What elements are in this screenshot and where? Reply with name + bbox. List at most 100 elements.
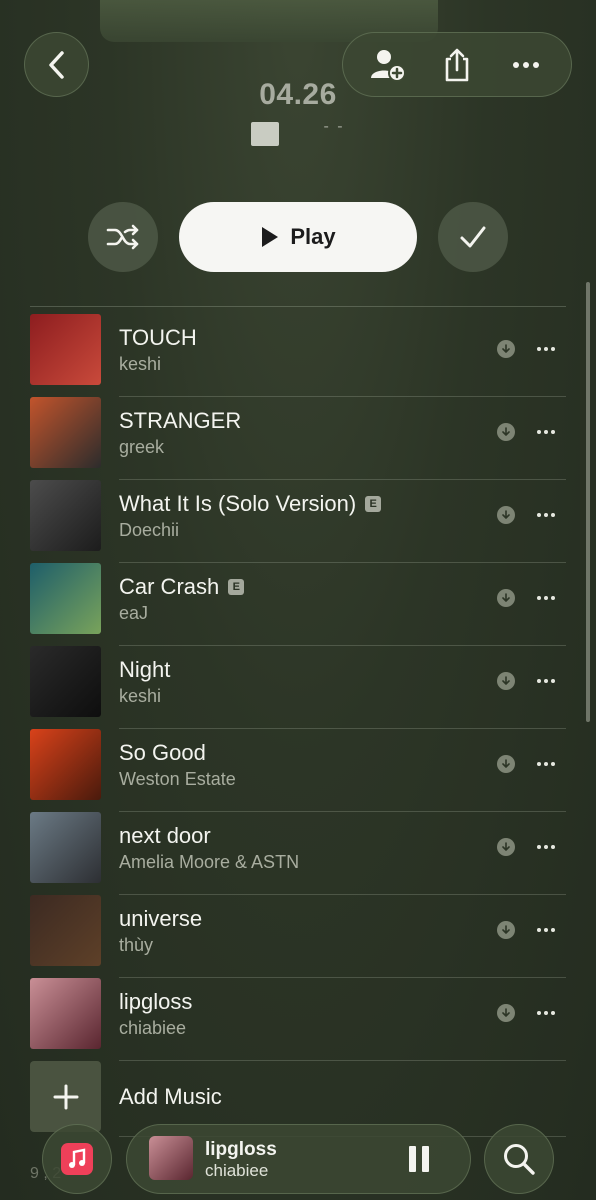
song-more-button[interactable] xyxy=(534,755,558,773)
select-button[interactable] xyxy=(438,202,508,272)
song-title-line: STRANGER xyxy=(119,408,241,434)
download-icon[interactable] xyxy=(497,838,515,856)
song-title-line: Night xyxy=(119,657,170,683)
list-divider xyxy=(30,306,566,307)
song-title-line: next door xyxy=(119,823,211,849)
shuffle-button[interactable] xyxy=(88,202,158,272)
download-icon[interactable] xyxy=(497,589,515,607)
add-music-tile xyxy=(30,1061,101,1132)
song-more-button[interactable] xyxy=(534,589,558,607)
song-title-line: What It Is (Solo Version) E xyxy=(119,491,382,517)
explicit-badge: E xyxy=(228,579,245,595)
song-row[interactable]: So Good Weston Estate xyxy=(30,729,566,812)
song-artwork xyxy=(30,895,101,966)
scrollbar[interactable] xyxy=(586,282,590,722)
more-horizontal-icon xyxy=(537,596,541,600)
song-artwork xyxy=(30,646,101,717)
song-row[interactable]: next door Amelia Moore & ASTN xyxy=(30,812,566,895)
playback-controls: Play xyxy=(0,202,596,272)
chevron-left-icon xyxy=(48,50,64,79)
song-more-button[interactable] xyxy=(534,838,558,856)
mini-player-artwork xyxy=(149,1136,193,1180)
song-row[interactable]: What It Is (Solo Version) E Doechii xyxy=(30,480,566,563)
download-icon[interactable] xyxy=(497,672,515,690)
song-artwork xyxy=(30,314,101,385)
song-artwork xyxy=(30,812,101,883)
download-icon[interactable] xyxy=(497,506,515,524)
song-artwork xyxy=(30,978,101,1049)
download-icon[interactable] xyxy=(497,1004,515,1022)
playlist-subtitle: - - xyxy=(0,116,596,146)
song-more-button[interactable] xyxy=(534,672,558,690)
mini-player[interactable]: lipgloss chiabiee xyxy=(126,1124,471,1194)
more-horizontal-icon xyxy=(537,513,541,517)
download-icon[interactable] xyxy=(497,921,515,939)
song-artist: Amelia Moore & ASTN xyxy=(119,852,300,872)
library-tab-button[interactable] xyxy=(42,1124,112,1194)
share-icon xyxy=(445,48,469,81)
mini-player-title: lipgloss xyxy=(205,1139,277,1160)
song-row[interactable]: STRANGER greek xyxy=(30,397,566,480)
add-music-row[interactable]: Add Music xyxy=(30,1061,566,1137)
song-row[interactable]: lipgloss chiabiee xyxy=(30,978,566,1061)
add-person-icon xyxy=(370,49,406,82)
pause-button[interactable] xyxy=(406,1146,432,1172)
play-button[interactable]: Play xyxy=(179,202,417,272)
song-artwork xyxy=(30,480,101,551)
song-artist: greek xyxy=(119,437,165,457)
more-horizontal-icon xyxy=(537,845,541,849)
more-horizontal-icon xyxy=(537,1011,541,1015)
song-artist: chiabiee xyxy=(119,1018,187,1038)
playlist-title: 04.26 xyxy=(259,78,337,111)
song-title: universe xyxy=(119,906,203,931)
play-icon xyxy=(262,227,279,247)
search-tab-button[interactable] xyxy=(484,1124,554,1194)
song-artist: Doechii xyxy=(119,520,180,540)
download-icon[interactable] xyxy=(497,755,515,773)
more-horizontal-icon xyxy=(513,61,540,68)
song-artwork xyxy=(30,729,101,800)
song-title: Night xyxy=(119,657,171,682)
song-title-line: So Good xyxy=(119,740,206,766)
song-more-button[interactable] xyxy=(534,340,558,358)
song-artist: eaJ xyxy=(119,603,149,623)
more-horizontal-icon xyxy=(537,430,541,434)
song-title: What It Is (Solo Version) xyxy=(119,491,357,516)
shuffle-icon xyxy=(106,224,139,250)
curator-badge xyxy=(251,122,280,146)
mini-player-artist: chiabiee xyxy=(205,1161,269,1180)
more-horizontal-icon xyxy=(537,679,541,683)
song-title: TOUCH xyxy=(119,325,197,350)
song-row[interactable]: universe thùy xyxy=(30,895,566,978)
song-artist: keshi xyxy=(119,686,162,706)
song-title-line: universe xyxy=(119,906,202,932)
song-row[interactable]: Night keshi xyxy=(30,646,566,729)
pause-icon xyxy=(409,1146,416,1172)
song-list: TOUCH keshi STRANGER greek What It Is (S… xyxy=(30,314,566,1061)
more-horizontal-icon xyxy=(537,347,541,351)
explicit-badge: E xyxy=(365,496,382,512)
song-more-button[interactable] xyxy=(534,423,558,441)
song-row[interactable]: TOUCH keshi xyxy=(30,314,566,397)
more-horizontal-icon xyxy=(537,762,541,766)
search-icon xyxy=(504,1144,535,1175)
song-artwork xyxy=(30,563,101,634)
song-artist: thùy xyxy=(119,935,154,955)
song-title: lipgloss xyxy=(119,989,193,1014)
music-note-icon xyxy=(61,1143,93,1175)
song-more-button[interactable] xyxy=(534,921,558,939)
song-title-line: lipgloss xyxy=(119,989,192,1015)
download-icon[interactable] xyxy=(497,340,515,358)
song-title: Car Crash xyxy=(119,574,220,599)
subtitle-trailing: - - xyxy=(323,118,345,135)
download-icon[interactable] xyxy=(497,423,515,441)
song-more-button[interactable] xyxy=(534,506,558,524)
more-horizontal-icon xyxy=(537,928,541,932)
song-more-button[interactable] xyxy=(534,1004,558,1022)
checkmark-icon xyxy=(460,226,486,248)
song-artist: keshi xyxy=(119,354,162,374)
song-artwork xyxy=(30,397,101,468)
song-row[interactable]: Car Crash E eaJ xyxy=(30,563,566,646)
song-title: STRANGER xyxy=(119,408,242,433)
song-title: So Good xyxy=(119,740,206,765)
